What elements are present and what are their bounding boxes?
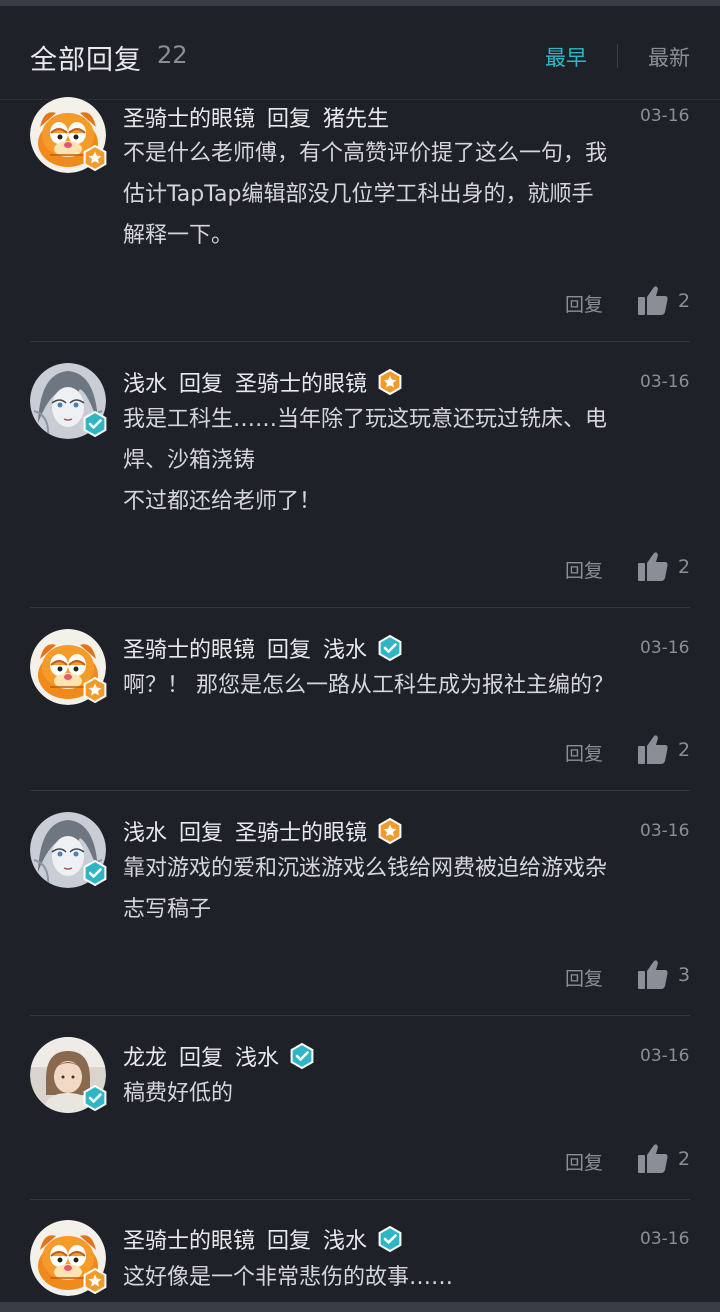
reply-to-label: 回复	[267, 638, 312, 663]
author-name[interactable]: 龙龙	[123, 1040, 167, 1072]
reply-text: 这好像是一个非常悲伤的故事……	[123, 1257, 688, 1298]
verified-badge-icon	[82, 1085, 108, 1111]
reply-text: 不是什么老师傅，有个高赞评价提了这么一句，我 估计TapTap编辑部没几位学工科…	[123, 133, 688, 256]
reply-to-label: 回复	[267, 107, 312, 132]
reply-date: 03-16	[640, 638, 690, 658]
verified-badge-icon	[377, 635, 403, 661]
target-name[interactable]: 圣骑士的眼镜	[235, 366, 367, 398]
star-badge-icon	[82, 677, 108, 703]
reply-date: 03-16	[640, 106, 690, 126]
avatar[interactable]	[30, 1037, 106, 1113]
like-count: 2	[678, 556, 691, 578]
reply-date: 03-16	[640, 1046, 690, 1066]
reply-date: 03-16	[640, 821, 690, 841]
author-name[interactable]: 浅水	[123, 815, 167, 847]
thumbs-up-icon[interactable]	[637, 1142, 669, 1174]
bottom-strip	[0, 1302, 720, 1312]
thumbs-up-icon[interactable]	[637, 284, 669, 316]
reply-text: 啊？！ 那您是怎么一路从工科生成为报社主编的？	[123, 665, 688, 706]
reply-button[interactable]: 回复	[565, 556, 603, 583]
reply-count: 22	[157, 41, 188, 69]
reply-button[interactable]: 回复	[565, 290, 603, 317]
divider	[30, 1199, 690, 1200]
divider	[30, 1015, 690, 1016]
reply-header: 浅水 回复 圣骑士的眼镜	[123, 366, 403, 398]
reply-to-label: 回复	[179, 821, 224, 846]
verified-badge-icon	[377, 1226, 403, 1252]
target-name[interactable]: 圣骑士的眼镜	[235, 815, 367, 847]
author-name[interactable]: 圣骑士的眼镜	[123, 632, 255, 664]
avatar[interactable]	[30, 629, 106, 705]
reply-header: 圣骑士的眼镜 回复 浅水	[123, 1223, 403, 1255]
target-name[interactable]: 浅水	[323, 632, 367, 664]
reply-button[interactable]: 回复	[565, 1148, 603, 1175]
verified-badge-icon	[82, 860, 108, 886]
divider	[30, 790, 690, 791]
divider	[30, 341, 690, 342]
sort-newest-tab[interactable]: 最新	[648, 42, 690, 72]
reply-date: 03-16	[640, 372, 690, 392]
reply-text: 稿费好低的	[123, 1073, 688, 1114]
sort-divider	[617, 44, 618, 68]
divider	[30, 607, 690, 608]
target-name[interactable]: 浅水	[323, 1223, 367, 1255]
replies-header: 全部回复 22 最早 最新	[0, 6, 720, 100]
reply-text-line: 稿费好低的	[123, 1081, 234, 1106]
author-name[interactable]: 圣骑士的眼镜	[123, 101, 255, 133]
verified-badge-icon	[82, 411, 108, 437]
reply-button[interactable]: 回复	[565, 739, 603, 766]
reply-text: 我是工科生……当年除了玩这玩意还玩过铣床、电 焊、沙箱浇铸 不过都还给老师了！	[123, 399, 688, 522]
reply-button[interactable]: 回复	[565, 964, 603, 991]
thumbs-up-icon[interactable]	[637, 733, 669, 765]
avatar[interactable]	[30, 363, 106, 439]
target-name[interactable]: 浅水	[235, 1040, 279, 1072]
reply-text-line: 我是工科生……当年除了玩这玩意还玩过铣床、电	[123, 407, 608, 432]
reply-header: 浅水 回复 圣骑士的眼镜	[123, 815, 403, 847]
avatar[interactable]	[30, 97, 106, 173]
page-title: 全部回复	[30, 45, 142, 76]
like-count: 2	[678, 290, 691, 312]
author-name[interactable]: 圣骑士的眼镜	[123, 1223, 255, 1255]
reply-text-line: 不是什么老师傅，有个高赞评价提了这么一句，我	[123, 141, 608, 166]
sort-earliest-tab[interactable]: 最早	[545, 42, 587, 72]
reply-text-line: 靠对游戏的爱和沉迷游戏么钱给网费被迫给游戏杂	[123, 856, 608, 881]
reply-date: 03-16	[640, 1229, 690, 1249]
star-badge-icon	[377, 818, 403, 844]
author-name[interactable]: 浅水	[123, 366, 167, 398]
reply-text-line: 不过都还给老师了！	[123, 489, 322, 514]
target-name[interactable]: 猪先生	[323, 101, 389, 133]
thumbs-up-icon[interactable]	[637, 958, 669, 990]
verified-badge-icon	[289, 1043, 315, 1069]
avatar[interactable]	[30, 812, 106, 888]
reply-text-line: 估计TapTap编辑部没几位学工科出身的，就顺手	[123, 182, 594, 207]
reply-text-line: 志写稿子	[123, 897, 212, 922]
like-count: 2	[678, 1148, 691, 1170]
star-badge-icon	[82, 145, 108, 171]
reply-text: 靠对游戏的爱和沉迷游戏么钱给网费被迫给游戏杂 志写稿子	[123, 848, 688, 930]
star-badge-icon	[82, 1268, 108, 1294]
like-count: 2	[678, 739, 691, 761]
reply-header: 圣骑士的眼镜 回复 浅水	[123, 632, 403, 664]
reply-to-label: 回复	[179, 372, 224, 397]
reply-to-label: 回复	[179, 1046, 224, 1071]
reply-text-line: 这好像是一个非常悲伤的故事……	[123, 1265, 454, 1290]
thumbs-up-icon[interactable]	[637, 550, 669, 582]
avatar[interactable]	[30, 1220, 106, 1296]
star-badge-icon	[377, 369, 403, 395]
reply-text-line: 焊、沙箱浇铸	[123, 448, 256, 473]
like-count: 3	[678, 964, 691, 986]
reply-text-line: 啊？！ 那您是怎么一路从工科生成为报社主编的？	[123, 673, 614, 698]
reply-header: 龙龙 回复 浅水	[123, 1040, 315, 1072]
reply-to-label: 回复	[267, 1229, 312, 1254]
reply-header: 圣骑士的眼镜 回复 猪先生	[123, 101, 389, 133]
reply-text-line: 解释一下。	[123, 223, 234, 248]
